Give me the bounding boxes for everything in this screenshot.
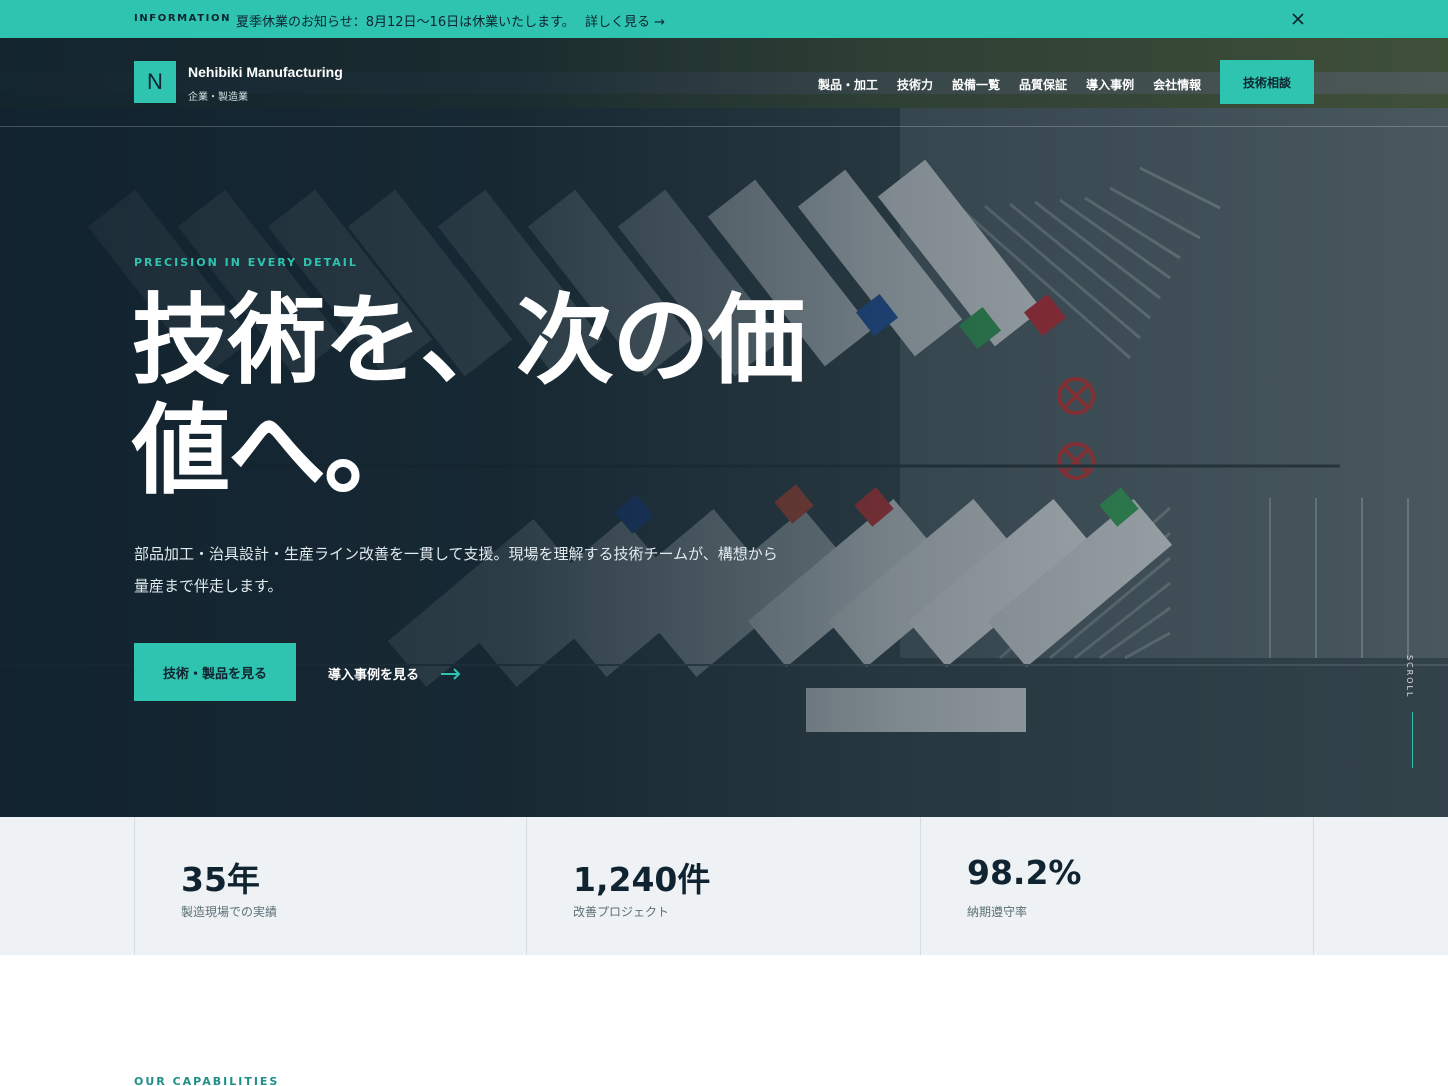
- hero-section: PRECISION IN EVERY DETAIL 技術を、次の価値へ。 部品加…: [0, 38, 1448, 817]
- case-studies-link[interactable]: 導入事例を見る: [328, 664, 461, 683]
- nav-item-equipment[interactable]: 設備一覧: [952, 76, 1000, 93]
- case-studies-link-label: 導入事例を見る: [328, 668, 420, 683]
- site-header: N Nehibiki Manufacturing 企業・製造業 製品・加工 技術…: [0, 38, 1448, 127]
- stat-label: 納期遵守率: [967, 905, 1028, 919]
- brand-name[interactable]: Nehibiki Manufacturing: [188, 64, 343, 80]
- info-message: 夏季休業のお知らせ：8月12日〜16日は休業いたします。: [236, 15, 575, 30]
- info-more-link[interactable]: 詳しく見る →: [585, 11, 665, 30]
- hero-eyebrow: PRECISION IN EVERY DETAIL: [134, 256, 358, 269]
- scroll-indicator-label: SCROLL: [1405, 655, 1414, 699]
- stat-value: 35年: [181, 860, 260, 899]
- stat-label: 改善プロジェクト: [573, 905, 670, 919]
- capabilities-eyebrow: OUR CAPABILITIES: [134, 1075, 280, 1086]
- nav-item-products[interactable]: 製品・加工: [818, 76, 878, 93]
- stats-divider: [1313, 817, 1314, 955]
- stats-section: 35年 製造現場での実績 1,240件 改善プロジェクト 98.2% 納期遵守率: [0, 817, 1448, 955]
- hero-lead: 部品加工・治具設計・生産ライン改善を一貫して支援。現場を理解する技術チームが、構…: [134, 545, 778, 595]
- stat-label: 製造現場での実績: [181, 905, 278, 919]
- info-bar: INFORMATION 夏季休業のお知らせ：8月12日〜16日は休業いたします。…: [0, 0, 1448, 38]
- main-nav: 製品・加工 技術力 設備一覧 品質保証 導入事例 会社情報: [818, 76, 1220, 93]
- logo-mark[interactable]: N: [134, 61, 176, 103]
- nav-item-company[interactable]: 会社情報: [1153, 76, 1201, 93]
- scroll-indicator-line: [1412, 712, 1413, 768]
- nav-item-technology[interactable]: 技術力: [897, 76, 933, 93]
- close-icon[interactable]: [1290, 11, 1306, 27]
- stat-value: 98.2%: [967, 853, 1082, 892]
- stat-projects: 1,240件 改善プロジェクト: [526, 817, 920, 955]
- hero-headline: 技術を、次の価値へ。: [132, 284, 806, 508]
- info-tag: INFORMATION: [134, 13, 232, 24]
- stat-years: 35年 製造現場での実績: [134, 817, 526, 955]
- stat-value: 1,240件: [573, 860, 711, 899]
- nav-item-cases[interactable]: 導入事例: [1086, 76, 1134, 93]
- products-button[interactable]: 技術・製品を見る: [134, 643, 296, 701]
- arrow-right-icon: [441, 667, 461, 680]
- nav-item-quality[interactable]: 品質保証: [1019, 76, 1067, 93]
- stat-delivery: 98.2% 納期遵守率: [920, 817, 1313, 955]
- brand-subtitle: 企業・製造業: [188, 92, 248, 103]
- consultation-button[interactable]: 技術相談: [1220, 60, 1314, 104]
